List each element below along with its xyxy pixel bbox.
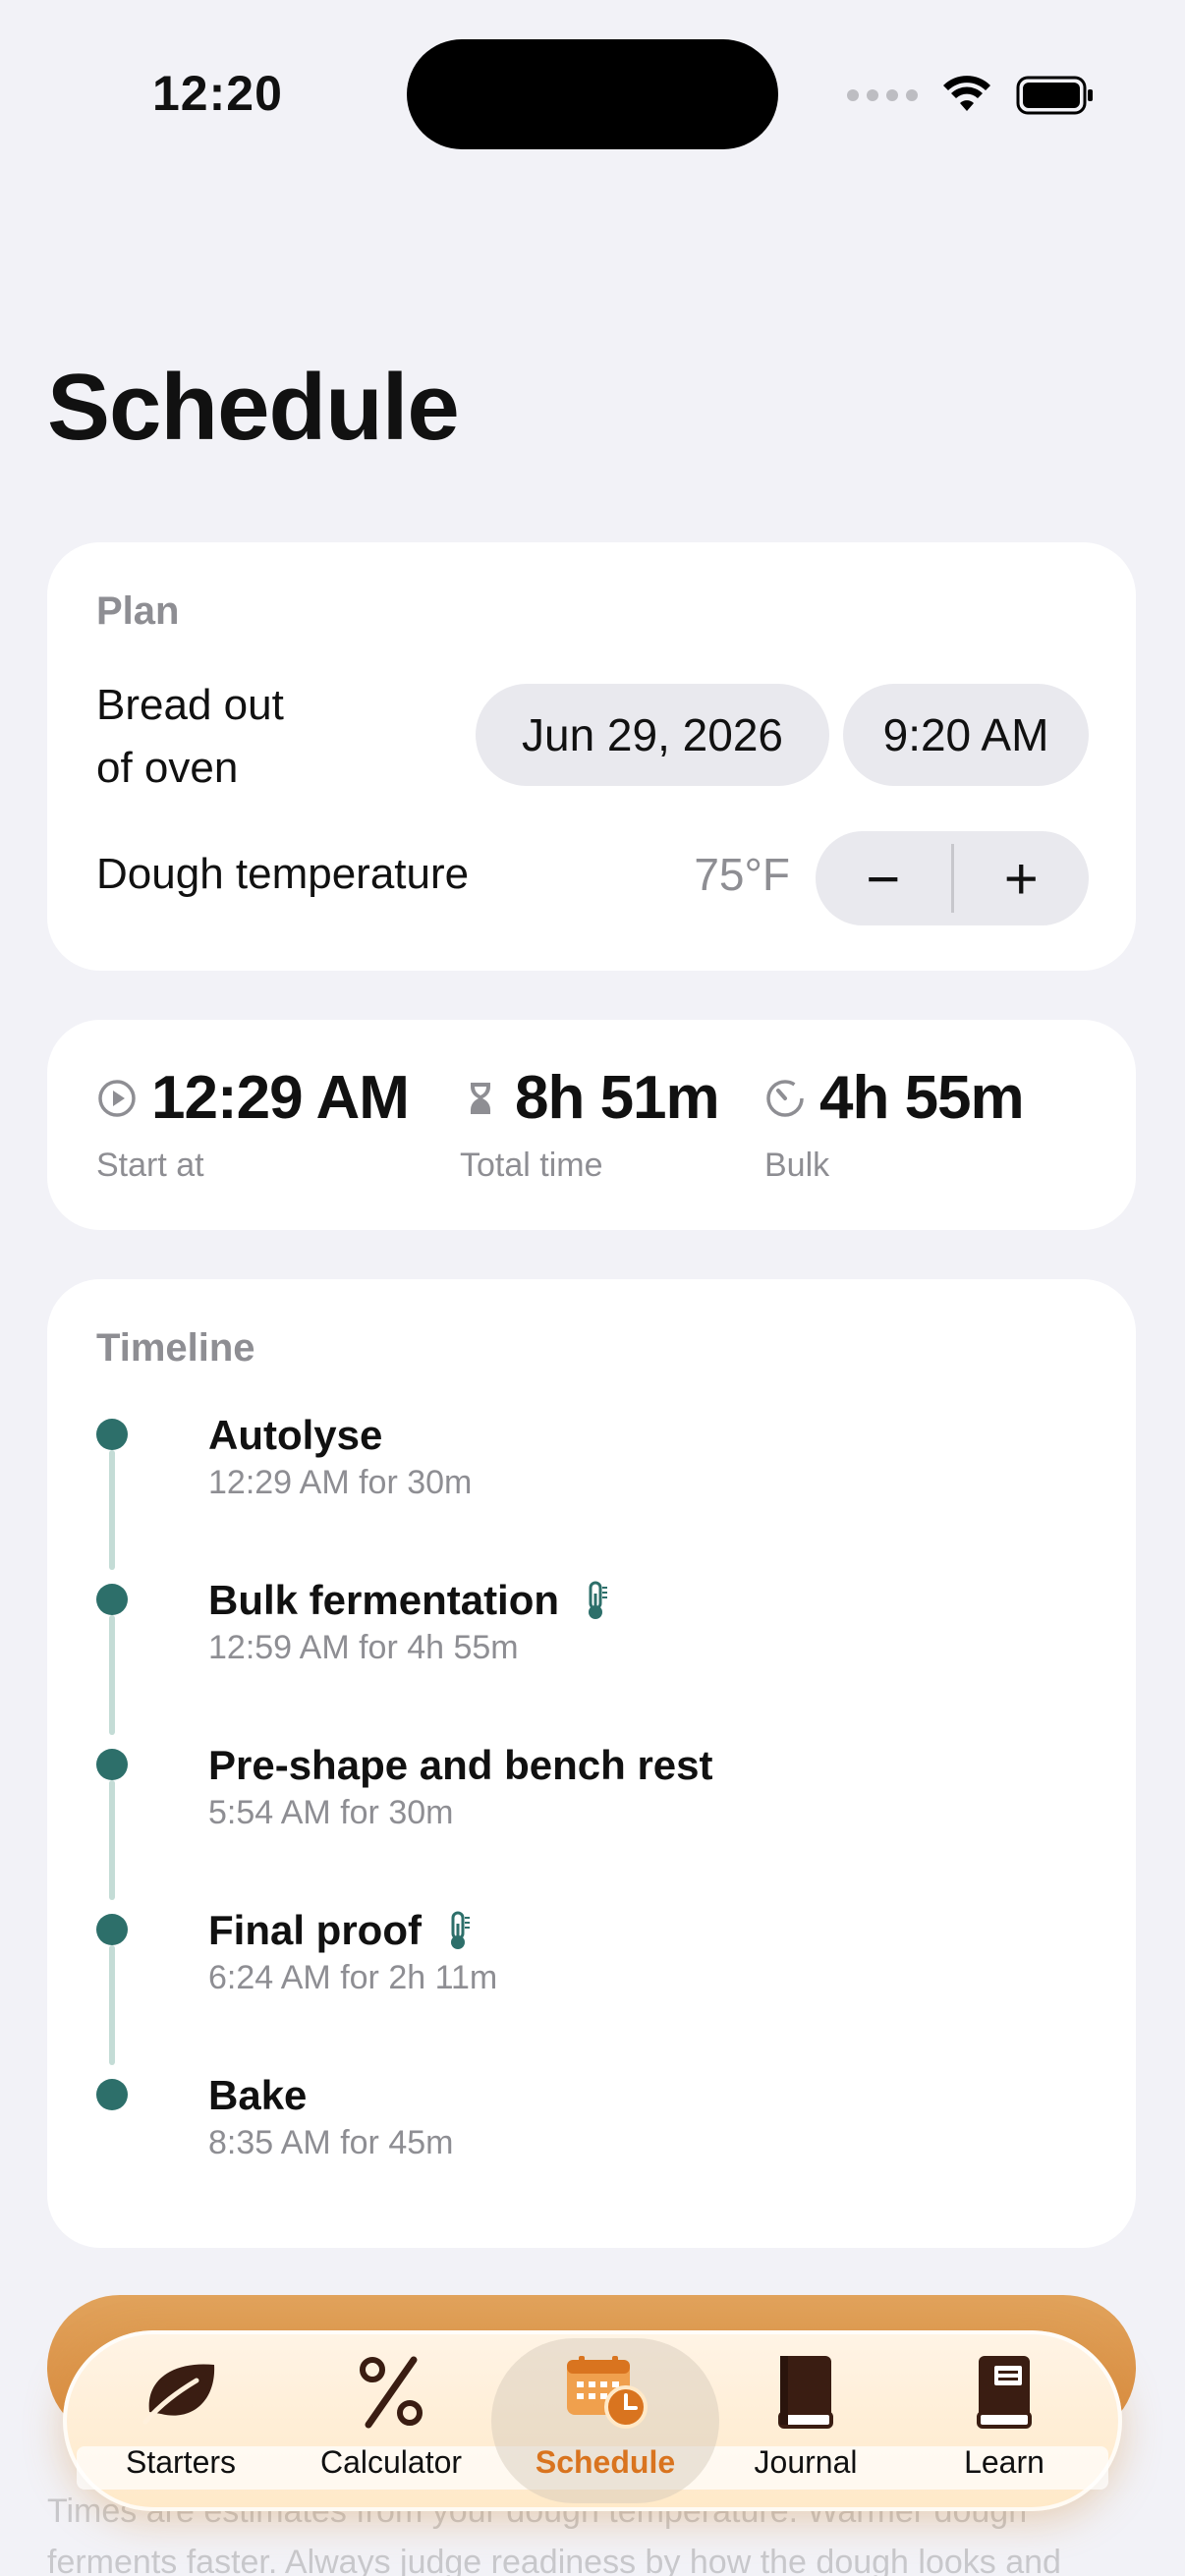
step-title: Pre-shape and bench rest bbox=[208, 1739, 713, 1792]
step-title: Autolyse bbox=[208, 1409, 382, 1462]
time-picker-button[interactable]: 9:20 AM bbox=[843, 684, 1089, 786]
total-time-label: Total time bbox=[460, 1147, 603, 1184]
play-circle-icon bbox=[98, 1079, 136, 1117]
temperature-stepper: − + bbox=[816, 831, 1089, 925]
tab-bar: Starters Calculator Schedule Journal Lea… bbox=[63, 2330, 1122, 2511]
status-time: 12:20 bbox=[152, 66, 283, 121]
start-at-stat: 12:29 AM Start at bbox=[96, 1063, 410, 1185]
timeline-card: Timeline Autolyse 12:29 AM for 30m Bulk … bbox=[47, 1279, 1136, 2248]
bread-out-label-line2: of oven bbox=[96, 744, 239, 792]
signal-icon bbox=[847, 89, 918, 101]
tab-journal[interactable]: Journal bbox=[707, 2352, 904, 2481]
timeline-step: Bake 8:35 AM for 45m bbox=[96, 2069, 1079, 2234]
tab-label: Schedule bbox=[535, 2444, 676, 2480]
timeline-connector bbox=[109, 1450, 115, 1570]
timeline-connector bbox=[109, 1780, 115, 1900]
timeline-dot bbox=[96, 1749, 128, 1780]
bread-out-label: Bread out of oven bbox=[96, 674, 284, 800]
dough-temperature-value: 75°F bbox=[694, 849, 790, 900]
timeline-step: Final proof 6:24 AM for 2h 11m bbox=[96, 1904, 1079, 2069]
plan-card: Plan Bread out of oven Jun 29, 2026 9:20… bbox=[47, 542, 1136, 971]
timer-icon bbox=[766, 1079, 804, 1117]
bread-out-label-line1: Bread out bbox=[96, 681, 284, 729]
page-title: Schedule bbox=[47, 355, 460, 460]
tab-label: Calculator bbox=[319, 2444, 463, 2480]
step-time: 12:29 AM for 30m bbox=[208, 1464, 473, 1501]
step-title-text: Bulk fermentation bbox=[208, 1577, 560, 1623]
date-picker-button[interactable]: Jun 29, 2026 bbox=[476, 684, 829, 786]
tab-label: Starters bbox=[125, 2444, 237, 2480]
step-time: 12:59 AM for 4h 55m bbox=[208, 1629, 519, 1666]
timeline-dot bbox=[96, 1914, 128, 1945]
step-title-text: Bake bbox=[208, 2072, 308, 2118]
timeline-step: Autolyse 12:29 AM for 30m bbox=[96, 1409, 1079, 1574]
book-icon bbox=[778, 2356, 833, 2429]
hourglass-icon bbox=[471, 1082, 490, 1114]
step-title-text: Autolyse bbox=[208, 1412, 383, 1458]
thermometer-icon bbox=[589, 1581, 608, 1619]
percent-icon bbox=[360, 2356, 423, 2429]
step-time: 6:24 AM for 2h 11m bbox=[208, 1959, 498, 1996]
tab-starters[interactable]: Starters bbox=[83, 2352, 279, 2481]
plan-section-label: Plan bbox=[96, 589, 180, 633]
battery-icon bbox=[1016, 76, 1093, 115]
tab-calculator[interactable]: Calculator bbox=[293, 2352, 489, 2481]
tab-learn[interactable]: Learn bbox=[906, 2352, 1102, 2481]
wifi-icon bbox=[943, 76, 990, 111]
tab-label: Learn bbox=[964, 2444, 1044, 2480]
timeline-connector bbox=[109, 1615, 115, 1735]
bulk-label: Bulk bbox=[764, 1147, 830, 1184]
start-at-value: 12:29 AM bbox=[151, 1064, 410, 1132]
timeline-connector bbox=[109, 1945, 115, 2065]
timeline-dot bbox=[96, 1419, 128, 1450]
timeline-section-label: Timeline bbox=[96, 1326, 255, 1370]
summary-card: 12:29 AM Start at 8h 51m Total time 4h 5… bbox=[47, 1020, 1136, 1230]
status-icons bbox=[847, 71, 1095, 120]
total-time-stat: 8h 51m Total time bbox=[460, 1063, 720, 1185]
step-time: 5:54 AM for 30m bbox=[208, 1794, 454, 1831]
timeline-dot bbox=[96, 1584, 128, 1615]
book-text-icon bbox=[977, 2356, 1032, 2429]
dynamic-island bbox=[407, 39, 778, 149]
step-title-text: Final proof bbox=[208, 1907, 422, 1953]
total-time-value: 8h 51m bbox=[515, 1064, 720, 1132]
bulk-stat: 4h 55m Bulk bbox=[764, 1063, 1025, 1185]
step-time: 8:35 AM for 45m bbox=[208, 2124, 454, 2161]
tab-schedule[interactable]: Schedule bbox=[507, 2352, 704, 2481]
step-title: Bake bbox=[208, 2069, 307, 2122]
bulk-value: 4h 55m bbox=[819, 1064, 1025, 1132]
timeline-dot bbox=[96, 2079, 128, 2110]
start-at-label: Start at bbox=[96, 1147, 204, 1184]
step-title: Bulk fermentation bbox=[208, 1574, 610, 1627]
timeline-step: Pre-shape and bench rest 5:54 AM for 30m bbox=[96, 1739, 1079, 1904]
timeline-step: Bulk fermentation 12:59 AM for 4h 55m bbox=[96, 1574, 1079, 1739]
tab-label: Journal bbox=[754, 2444, 858, 2480]
decrement-button[interactable]: − bbox=[816, 831, 951, 925]
thermometer-icon bbox=[450, 1911, 470, 1949]
step-title: Final proof bbox=[208, 1904, 473, 1957]
dough-temperature-label: Dough temperature bbox=[96, 850, 470, 898]
calendar-clock-icon bbox=[567, 2356, 648, 2429]
step-title-text: Pre-shape and bench rest bbox=[208, 1742, 713, 1788]
leaf-icon bbox=[142, 2364, 215, 2425]
increment-button[interactable]: + bbox=[954, 831, 1090, 925]
